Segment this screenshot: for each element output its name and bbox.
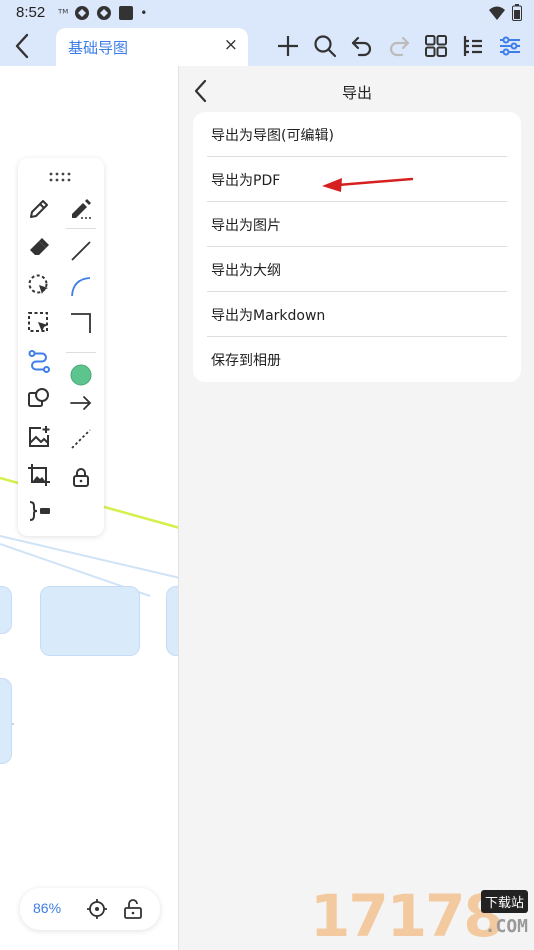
wifi-icon xyxy=(489,6,505,20)
mindmap-node[interactable] xyxy=(0,678,12,764)
connector-icon xyxy=(28,350,50,373)
outline-button[interactable] xyxy=(459,32,487,60)
pencil-icon xyxy=(30,200,48,218)
grid-icon xyxy=(425,35,447,57)
background-image-tool[interactable] xyxy=(24,460,54,490)
annotation-arrow-icon xyxy=(322,177,414,192)
drag-handle[interactable] xyxy=(48,168,72,182)
sync-icon xyxy=(97,6,112,20)
notification-dot: • xyxy=(140,6,148,20)
curve-line-icon xyxy=(71,277,91,297)
watermark-digits: 17178 xyxy=(310,882,504,950)
dashed-line-tool[interactable] xyxy=(66,424,96,454)
grid-button[interactable] xyxy=(422,32,450,60)
save-to-album-option[interactable]: 保存到相册 xyxy=(207,337,507,382)
arrow-style-tool[interactable] xyxy=(66,388,96,418)
drawing-tools-panel xyxy=(18,158,104,536)
export-mindmap-option[interactable]: 导出为导图(可编辑) xyxy=(207,112,507,157)
status-bar: 8:52 ᵀᴹ • xyxy=(0,0,534,26)
drag-dots-icon xyxy=(49,172,71,182)
watermark-domain: .COM xyxy=(484,916,528,937)
sync-icon xyxy=(75,6,90,20)
tool-divider xyxy=(66,228,96,229)
settings-button[interactable] xyxy=(496,32,524,60)
zoom-level[interactable]: 86% xyxy=(33,900,61,916)
status-time: 8:52 xyxy=(16,4,46,21)
export-image-option[interactable]: 导出为图片 xyxy=(207,202,507,247)
document-tab-title: 基础导图 xyxy=(68,39,129,57)
eraser-tool[interactable] xyxy=(24,232,54,262)
eraser-icon xyxy=(30,238,49,255)
panel-title: 导出 xyxy=(341,84,372,102)
export-option-label: 导出为PDF xyxy=(211,173,281,189)
pen-tool[interactable] xyxy=(24,194,54,224)
status-notification-icons: ᵀᴹ • xyxy=(58,5,147,21)
redo-icon xyxy=(389,36,410,57)
unlock-icon xyxy=(124,899,142,919)
color-swatch-icon xyxy=(70,364,92,386)
export-option-label: 导出为图片 xyxy=(211,218,281,234)
elbow-line-tool[interactable] xyxy=(66,308,96,338)
top-toolbar xyxy=(274,32,524,60)
lasso-tool[interactable] xyxy=(24,270,54,300)
elbow-line-icon xyxy=(71,313,91,333)
summary-tool[interactable] xyxy=(24,496,54,526)
color-picker[interactable] xyxy=(66,360,96,390)
lasso-select-icon xyxy=(28,274,48,294)
straight-line-icon xyxy=(71,241,91,261)
dashed-line-icon xyxy=(71,429,91,449)
image-add-icon xyxy=(29,426,50,447)
summary-brace-icon xyxy=(29,501,50,521)
marker-tool[interactable] xyxy=(66,194,96,224)
locate-button[interactable] xyxy=(86,898,108,920)
rect-select-tool[interactable] xyxy=(24,308,54,338)
redo-button[interactable] xyxy=(385,32,413,60)
connector-tool[interactable] xyxy=(24,346,54,376)
line-tool[interactable] xyxy=(66,236,96,266)
export-option-label: 导出为Markdown xyxy=(211,308,326,324)
export-option-label: 导出为大纲 xyxy=(211,263,281,279)
lock-icon xyxy=(73,468,89,487)
lock-tool[interactable] xyxy=(66,462,96,492)
undo-button[interactable] xyxy=(348,32,376,60)
arrow-right-icon xyxy=(70,396,92,410)
export-panel: 导出 导出为导图(可编辑) 导出为PDF 导出为图片 导出为大纲 导出为Mark… xyxy=(178,66,534,950)
curve-tool[interactable] xyxy=(66,272,96,302)
rect-select-icon xyxy=(28,312,48,332)
export-option-label: 导出为导图(可编辑) xyxy=(211,128,334,144)
shape-tool[interactable] xyxy=(24,384,54,414)
export-options-list: 导出为导图(可编辑) 导出为PDF 导出为图片 导出为大纲 导出为Markdow… xyxy=(193,112,521,382)
search-button[interactable] xyxy=(311,32,339,60)
watermark-badge: 下载站 xyxy=(480,890,528,913)
plus-icon xyxy=(278,36,298,56)
search-icon xyxy=(314,35,337,58)
status-system-icons xyxy=(488,4,522,21)
chevron-left-icon xyxy=(15,33,29,59)
settings-sliders-icon xyxy=(500,36,520,56)
close-tab-button[interactable]: × xyxy=(224,35,238,55)
add-button[interactable] xyxy=(274,32,302,60)
export-option-label: 保存到相册 xyxy=(211,353,281,369)
site-watermark: 17178 下载站 .COM xyxy=(310,884,532,948)
back-button[interactable] xyxy=(8,30,36,62)
battery-icon xyxy=(512,4,522,21)
export-outline-option[interactable]: 导出为大纲 xyxy=(207,247,507,292)
crosshair-icon xyxy=(87,899,107,919)
unlock-button[interactable] xyxy=(122,898,144,920)
carrier-badge: ᵀᴹ xyxy=(58,6,69,20)
app-header: 基础导图 × xyxy=(0,26,534,66)
app-square-icon xyxy=(119,6,134,20)
undo-icon xyxy=(351,36,372,57)
document-tab[interactable]: 基础导图 × xyxy=(56,28,248,66)
marker-pen-icon xyxy=(72,199,91,219)
outline-icon xyxy=(463,36,482,56)
mindmap-node[interactable] xyxy=(0,586,12,634)
zoom-bar: 86% xyxy=(20,888,160,930)
mindmap-node[interactable] xyxy=(40,586,140,656)
tool-divider xyxy=(66,352,96,353)
image-frame-icon xyxy=(28,464,50,486)
insert-image-tool[interactable] xyxy=(24,422,54,452)
shapes-icon xyxy=(28,388,49,407)
export-markdown-option[interactable]: 导出为Markdown xyxy=(207,292,507,337)
